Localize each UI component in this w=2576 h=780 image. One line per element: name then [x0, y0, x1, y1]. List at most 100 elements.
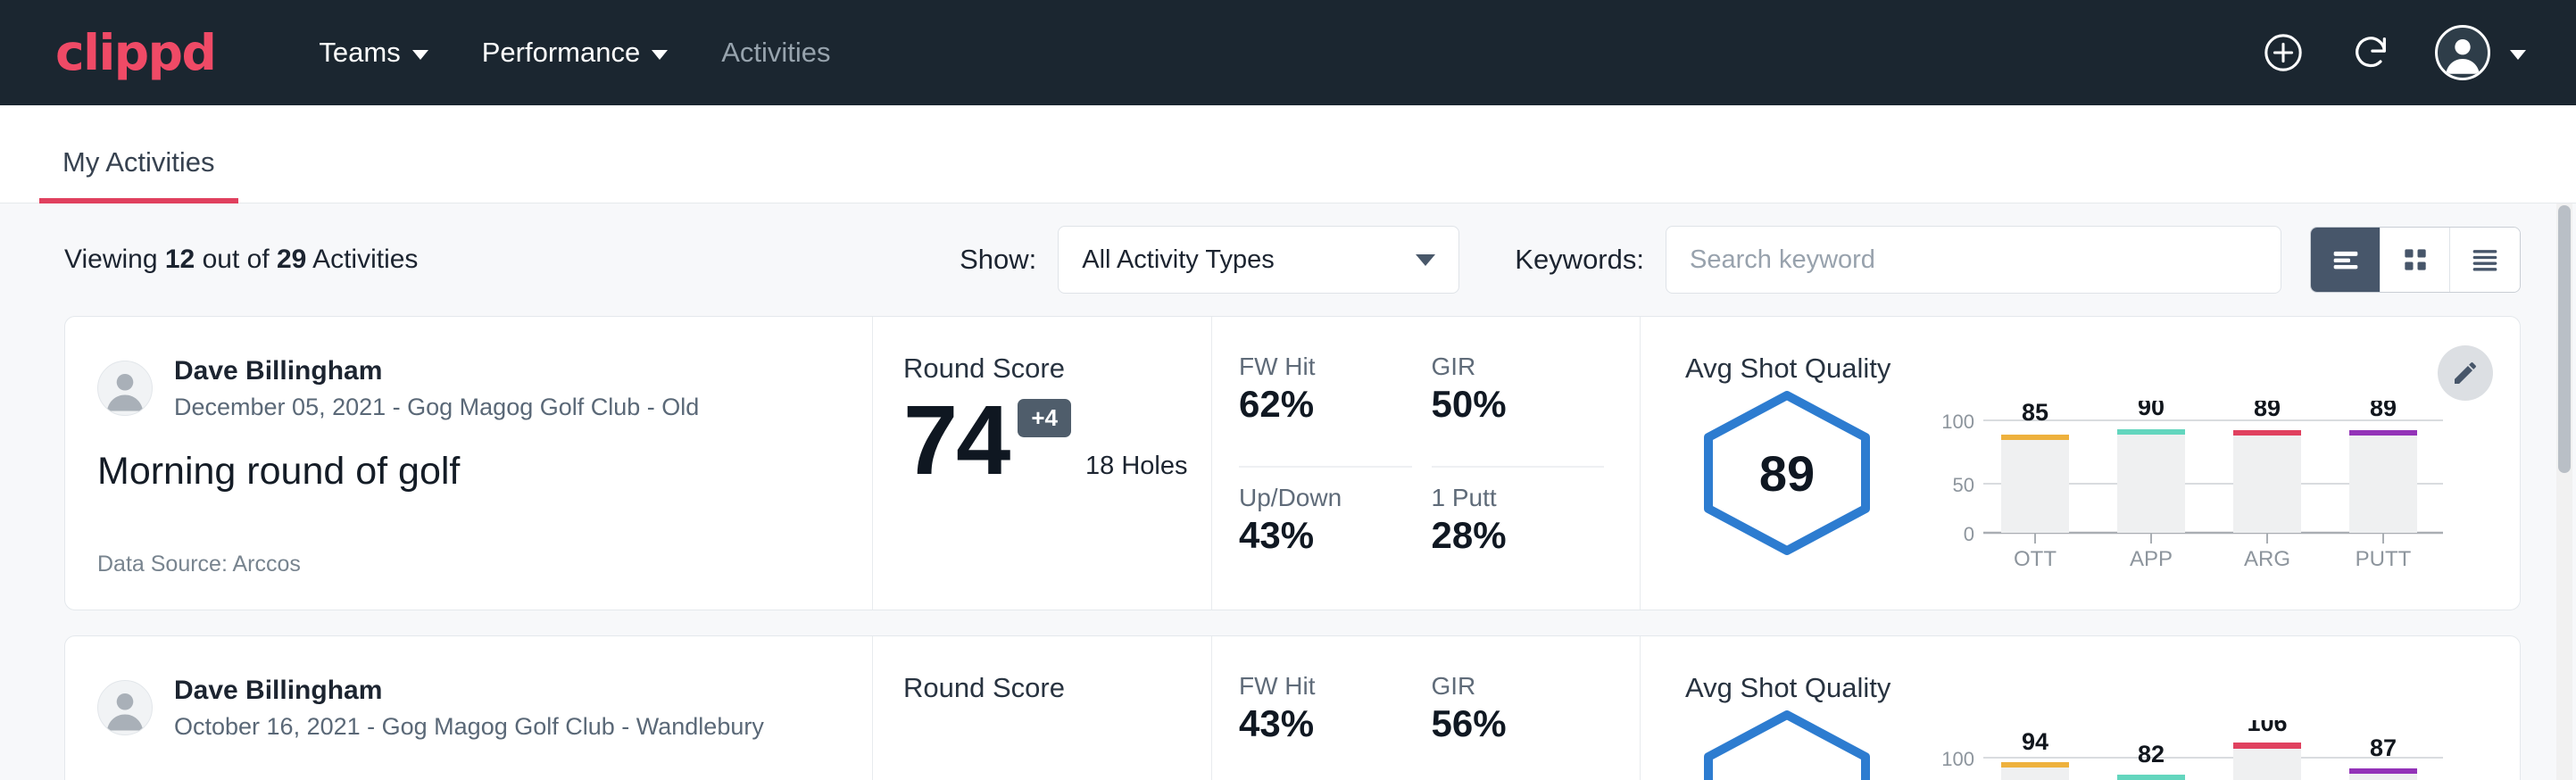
stat-one-putt-label: 1 Putt	[1432, 484, 1575, 512]
round-stats-grid: FW Hit 62% GIR 50% Up/Down 43% 1 Putt 28…	[1212, 317, 1641, 610]
refresh-icon[interactable]	[2347, 29, 2394, 76]
avatar	[2435, 25, 2490, 80]
bar-chart-svg: 100 94 82 106 87	[1930, 720, 2447, 780]
bar-arg	[2233, 435, 2301, 533]
activity-user-name: Dave Billingham	[174, 674, 764, 708]
viewing-suffix: Activities	[312, 245, 418, 274]
bar-ott	[2001, 439, 2069, 533]
bar-arg-value: 106	[2247, 720, 2287, 736]
bar-app-label: APP	[2130, 547, 2173, 570]
shot-quality-value: 89	[1698, 390, 1876, 556]
nav-item-activities[interactable]: Activities	[694, 37, 857, 69]
bar-app-cap	[2117, 429, 2185, 435]
stat-up-down-label: Up/Down	[1239, 484, 1382, 512]
nav-right-actions	[2260, 25, 2526, 80]
ytick-100: 100	[1941, 748, 1974, 770]
compact-view-button[interactable]	[2450, 228, 2520, 292]
bar-app-value: 82	[2138, 741, 2165, 768]
activity-title: Morning round of golf	[97, 450, 831, 494]
search-field-wrapper[interactable]	[1666, 226, 2281, 294]
bar-ott-value: 94	[2022, 728, 2048, 755]
grid-view-button[interactable]	[2381, 228, 2450, 292]
holes-played: 18 Holes	[1085, 452, 1187, 490]
search-input[interactable]	[1690, 245, 2257, 275]
bar-ott	[2001, 767, 2069, 780]
bar-app-cap	[2117, 775, 2185, 780]
chevron-down-icon	[652, 50, 668, 60]
round-score-label: Round Score	[903, 353, 1211, 385]
scrollbar-thumb[interactable]	[2558, 205, 2571, 473]
bar-putt	[2349, 435, 2417, 533]
bar-ott-label: OTT	[2014, 547, 2057, 570]
activity-type-value: All Activity Types	[1082, 245, 1274, 275]
account-menu[interactable]	[2435, 25, 2526, 80]
nav-item-teams[interactable]: Teams	[292, 37, 454, 69]
page-scrollbar[interactable]	[2556, 203, 2572, 780]
stat-fw-hit: FW Hit 43%	[1239, 672, 1412, 780]
bar-putt-label: PUTT	[2356, 547, 2412, 570]
page-content: Viewing 12 out of 29 Activities Show: Al…	[0, 203, 2576, 780]
avatar	[97, 680, 153, 735]
round-stats-grid: FW Hit 43% GIR 56%	[1212, 636, 1641, 780]
avg-shot-quality-body: 89 100 50 0	[1685, 390, 2448, 570]
shot-quality-hexagon	[1698, 709, 1876, 780]
stat-up-down: Up/Down 43%	[1239, 468, 1412, 583]
view-mode-toggle-group	[2310, 227, 2521, 293]
bar-putt	[2349, 773, 2417, 780]
nav-item-teams-label: Teams	[319, 37, 400, 69]
bar-putt-cap	[2349, 430, 2417, 436]
stat-one-putt-value: 28%	[1432, 514, 1575, 557]
bar-ott-value: 85	[2022, 401, 2048, 426]
clippd-logo[interactable]: clippd	[55, 29, 215, 78]
nav-item-performance-label: Performance	[482, 37, 640, 69]
activity-author: Dave Billingham December 05, 2021 - Gog …	[97, 354, 831, 423]
stat-fw-hit: FW Hit 62%	[1239, 353, 1412, 468]
activity-card[interactable]: Dave Billingham October 16, 2021 - Gog M…	[64, 635, 2521, 780]
stat-fw-hit-value: 62%	[1239, 383, 1382, 426]
avg-shot-quality-label: Avg Shot Quality	[1685, 672, 2448, 704]
activity-type-select[interactable]: All Activity Types	[1058, 226, 1459, 294]
bar-putt-value: 89	[2370, 401, 2397, 421]
shot-quality-bar-chart: 100 50 0 85 OTT 90	[1930, 390, 2448, 570]
avg-shot-quality-section: Avg Shot Quality 89	[1641, 317, 2520, 610]
bar-putt-cap	[2349, 768, 2417, 774]
activity-card-left: Dave Billingham December 05, 2021 - Gog …	[65, 317, 873, 610]
round-score-value: 74	[903, 392, 1009, 490]
viewing-count: 12	[165, 245, 195, 274]
chevron-down-icon	[2510, 50, 2526, 60]
stat-up-down-value: 43%	[1239, 514, 1382, 557]
bar-app	[2117, 434, 2185, 533]
show-label: Show:	[960, 244, 1036, 276]
bar-putt-value: 87	[2370, 734, 2397, 761]
stat-gir: GIR 50%	[1432, 353, 1605, 468]
bar-ott-cap	[2001, 435, 2069, 440]
bar-arg-value: 89	[2254, 401, 2281, 421]
shot-quality-hexagon: 89	[1698, 390, 1876, 556]
stat-one-putt: 1 Putt 28%	[1432, 468, 1605, 583]
stat-fw-hit-label: FW Hit	[1239, 672, 1382, 701]
avg-shot-quality-label: Avg Shot Quality	[1685, 353, 2448, 385]
bar-arg-cap	[2233, 430, 2301, 436]
activity-author-text: Dave Billingham October 16, 2021 - Gog M…	[174, 674, 764, 743]
stat-fw-hit-label: FW Hit	[1239, 353, 1382, 381]
bar-arg-label: ARG	[2244, 547, 2290, 570]
stat-gir-value: 56%	[1432, 702, 1575, 745]
round-score-section: Round Score 74 +4 18 Holes	[873, 317, 1212, 610]
stat-gir-value: 50%	[1432, 383, 1575, 426]
score-to-par-badge: +4	[1018, 399, 1071, 437]
edit-activity-button[interactable]	[2438, 345, 2493, 401]
tab-my-activities[interactable]: My Activities	[39, 146, 238, 203]
avg-shot-quality-body: 100 94 82 106 87	[1685, 709, 2448, 780]
shot-quality-value	[1698, 709, 1876, 780]
activity-author: Dave Billingham October 16, 2021 - Gog M…	[97, 674, 831, 743]
nav-item-performance[interactable]: Performance	[455, 37, 694, 69]
list-view-button[interactable]	[2311, 228, 2381, 292]
ytick-50: 50	[1953, 474, 1974, 496]
activity-card[interactable]: Dave Billingham December 05, 2021 - Gog …	[64, 316, 2521, 610]
round-score-row: 74 +4 18 Holes	[903, 392, 1211, 490]
activity-author-text: Dave Billingham December 05, 2021 - Gog …	[174, 354, 699, 423]
filter-bar: Viewing 12 out of 29 Activities Show: Al…	[0, 203, 2576, 316]
top-navigation-bar: clippd Teams Performance Activities	[0, 0, 2576, 105]
plus-circle-icon[interactable]	[2260, 29, 2306, 76]
nav-item-activities-label: Activities	[721, 37, 830, 69]
